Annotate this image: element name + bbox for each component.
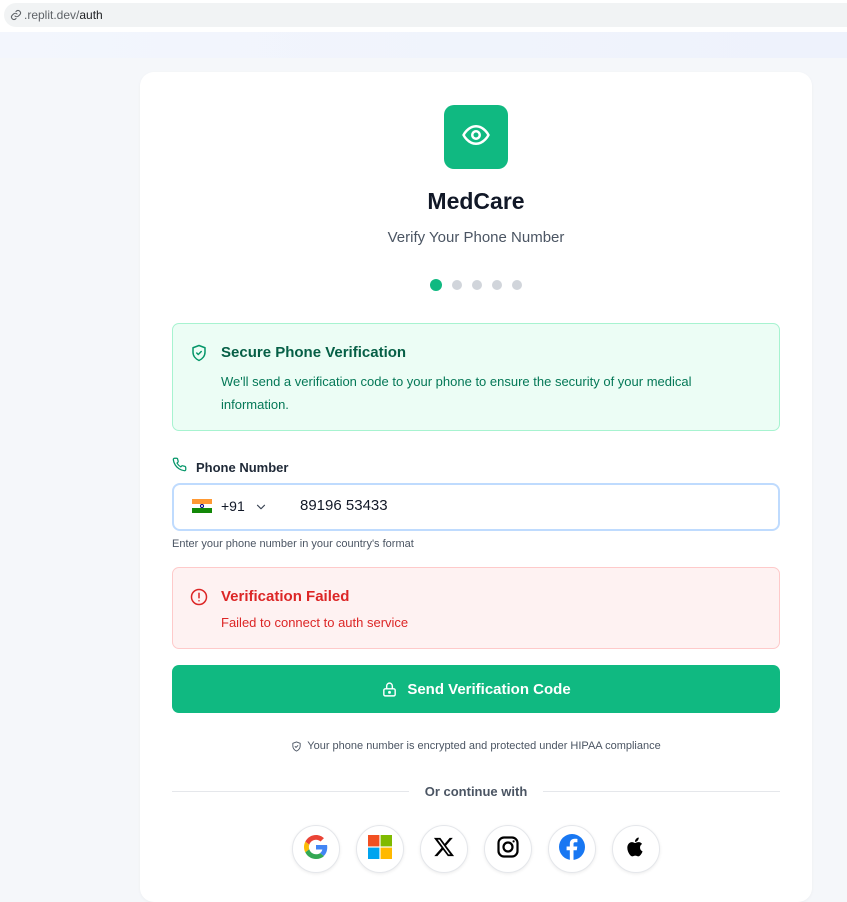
instagram-icon (496, 835, 520, 864)
send-button-label: Send Verification Code (407, 680, 571, 698)
india-flag-icon (192, 499, 212, 513)
hipaa-note: Your phone number is encrypted and prote… (140, 740, 812, 752)
browser-address-bar: .replit.dev/auth (0, 0, 847, 32)
info-text: We'll send a verification code to your p… (221, 374, 692, 412)
step-dot-5 (512, 280, 522, 290)
google-login-button[interactable] (292, 825, 340, 873)
url-field[interactable]: .replit.dev/auth (4, 3, 847, 27)
facebook-login-button[interactable] (548, 825, 596, 873)
alert-circle-icon (190, 588, 208, 611)
facebook-icon (559, 833, 585, 865)
phone-icon (172, 457, 187, 477)
phone-input-group: +91 89196 53433 (172, 483, 780, 531)
app-logo (444, 105, 508, 169)
page-subtitle: Verify Your Phone Number (387, 229, 565, 246)
social-divider: Or continue with (172, 782, 780, 800)
eye-icon (461, 120, 491, 155)
url-path: auth (79, 8, 103, 22)
error-alert: Verification Failed Failed to connect to… (172, 567, 780, 649)
header-strip (0, 32, 847, 58)
step-dot-4 (492, 280, 502, 290)
hipaa-note-text: Your phone number is encrypted and prote… (307, 740, 661, 752)
social-login-row (292, 825, 660, 873)
lock-icon (381, 681, 398, 698)
microsoft-login-button[interactable] (356, 825, 404, 873)
phone-label-row: Phone Number (172, 457, 288, 477)
microsoft-icon (368, 834, 392, 864)
country-selector[interactable]: +91 (174, 485, 284, 529)
country-code: +91 (221, 498, 245, 514)
phone-label: Phone Number (196, 459, 289, 475)
phone-number-input[interactable]: 89196 53433 (300, 497, 388, 514)
send-verification-code-button[interactable]: Send Verification Code (172, 665, 780, 713)
step-dot-2 (452, 280, 462, 290)
error-message: Failed to connect to auth service (221, 615, 409, 630)
error-title: Verification Failed (221, 588, 350, 605)
auth-card: MedCare Verify Your Phone Number Secure … (140, 72, 812, 902)
link-icon (10, 9, 22, 21)
step-dot-3 (472, 280, 482, 290)
divider-line-right (543, 790, 780, 792)
info-title: Secure Phone Verification (221, 344, 407, 361)
apple-login-button[interactable] (612, 825, 660, 873)
secure-info-box: Secure Phone Verification We'll send a v… (172, 323, 780, 431)
x-icon (433, 836, 455, 863)
chevron-down-icon (254, 500, 268, 519)
divider-text: Or continue with (424, 783, 528, 799)
url-host: .replit.dev/ (24, 8, 80, 22)
step-indicator (140, 279, 812, 291)
divider-line-left (172, 790, 409, 792)
x-login-button[interactable] (420, 825, 468, 873)
google-icon (304, 834, 328, 864)
phone-helper-text: Enter your phone number in your country'… (172, 538, 414, 550)
shield-check-icon (190, 344, 208, 367)
shield-icon (291, 740, 302, 752)
app-name: MedCare (427, 188, 525, 214)
apple-icon (625, 835, 647, 864)
step-dot-1 (430, 279, 442, 291)
instagram-login-button[interactable] (484, 825, 532, 873)
